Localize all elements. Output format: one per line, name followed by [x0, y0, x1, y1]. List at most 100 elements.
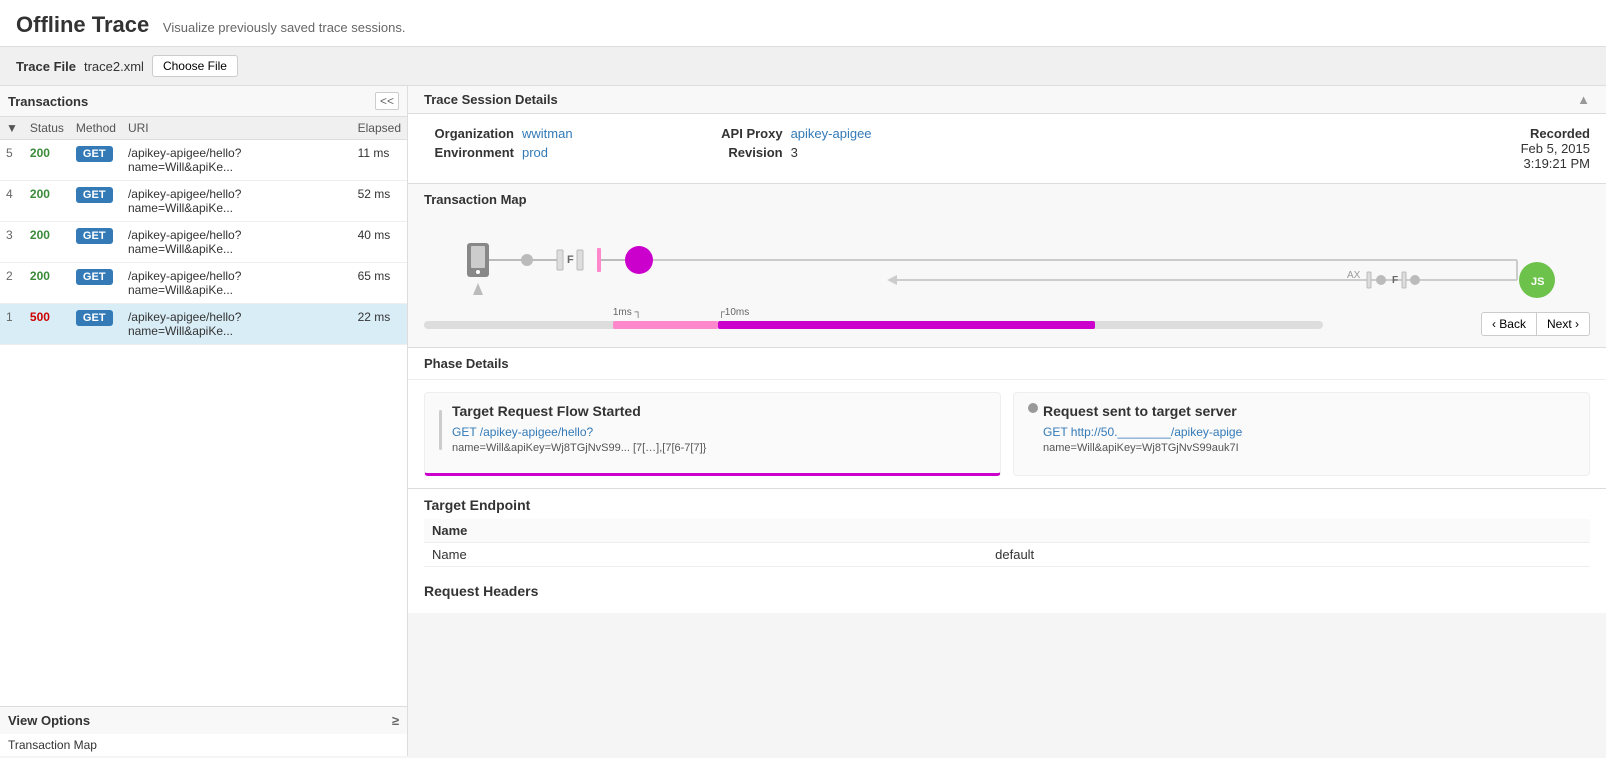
org-row: Organization wwitman	[424, 126, 573, 141]
tx-elapsed: 52 ms	[352, 181, 407, 222]
phase-card-2: Request sent to target server GET http:/…	[1013, 392, 1590, 476]
proxy-value: apikey-apigee	[791, 126, 872, 141]
flow-dot-1	[521, 254, 533, 266]
phase-card-1-line1: GET /apikey-apigee/hello?	[452, 425, 706, 439]
target-endpoint-section: Target Endpoint Name Name default	[408, 489, 1606, 575]
tx-uri: /apikey-apigee/hello? name=Will&apiKe...	[122, 140, 352, 181]
transactions-table-container: ▼ Status Method URI Elapsed 5 200 GET /a…	[0, 117, 407, 706]
phase-details-cards: Target Request Flow Started GET /apikey-…	[408, 380, 1606, 488]
endpoint-name-value: default	[987, 543, 1590, 567]
endpoint-table-row: Name default	[424, 543, 1590, 567]
env-label: Environment	[424, 145, 514, 160]
session-details-header: Trace Session Details ▲	[408, 86, 1606, 114]
revision-label: Revision	[693, 145, 783, 160]
org-env-group: Organization wwitman Environment prod	[424, 126, 573, 160]
endpoint-name-label: Name	[424, 543, 987, 567]
timeline-row: 1ms ┐ ┌10ms ‹ Back Next ›	[424, 309, 1590, 339]
proxy-revision-group: API Proxy apikey-apigee Revision 3	[693, 126, 872, 160]
tx-method: GET	[70, 140, 122, 181]
tx-uri: /apikey-apigee/hello? name=Will&apiKe...	[122, 181, 352, 222]
timeline-label-10ms: ┌10ms	[718, 307, 750, 318]
flow-diagram: F	[424, 215, 1590, 305]
flow-circle-magenta	[625, 246, 653, 274]
phase-card-2-line2: name=Will&apiKey=Wj8TGjNvS99auk7I	[1043, 442, 1242, 454]
tx-elapsed: 65 ms	[352, 263, 407, 304]
page-header: Offline Trace Visualize previously saved…	[0, 0, 1606, 47]
session-collapse-icon[interactable]: ▲	[1577, 92, 1590, 107]
tx-num: 4	[0, 181, 24, 222]
next-button[interactable]: Next ›	[1536, 312, 1590, 336]
col-elapsed: Elapsed	[352, 117, 407, 140]
col-method: Method	[70, 117, 122, 140]
name-value-col	[987, 519, 1590, 543]
phase-card-2-line1: GET http://50.________/apikey-apige	[1043, 425, 1242, 439]
target-endpoint-title: Target Endpoint	[424, 497, 1590, 513]
table-row[interactable]: 1 500 GET /apikey-apigee/hello? name=Wil…	[0, 304, 407, 345]
trace-file-label: Trace File	[16, 59, 76, 74]
view-options: View Options ≥	[0, 706, 407, 734]
session-details: Organization wwitman Environment prod AP…	[408, 114, 1606, 184]
tx-map-option: Transaction Map	[0, 734, 407, 756]
right-panel: Trace Session Details ▲ Organization wwi…	[408, 86, 1606, 756]
tx-uri: /apikey-apigee/hello? name=Will&apiKe...	[122, 304, 352, 345]
tx-status: 200	[24, 181, 70, 222]
revision-value: 3	[791, 145, 798, 160]
tx-elapsed: 40 ms	[352, 222, 407, 263]
target-endpoint-table: Name Name default	[424, 519, 1590, 567]
trace-file-bar: Trace File trace2.xml Choose File	[0, 47, 1606, 86]
session-details-title: Trace Session Details	[424, 92, 558, 107]
phase-card-2-link[interactable]: GET http://50.________/apikey-apige	[1043, 425, 1242, 439]
tx-status: 500	[24, 304, 70, 345]
phase-details-header-title: Phase Details	[408, 348, 1606, 380]
tx-num: 3	[0, 222, 24, 263]
tx-status: 200	[24, 222, 70, 263]
transaction-map-title: Transaction Map	[424, 192, 1590, 207]
table-row[interactable]: 2 200 GET /apikey-apigee/hello? name=Wil…	[0, 263, 407, 304]
table-row[interactable]: 3 200 GET /apikey-apigee/hello? name=Wil…	[0, 222, 407, 263]
right-panel-inner: Organization wwitman Environment prod AP…	[408, 114, 1606, 756]
page-subtitle: Visualize previously saved trace session…	[163, 20, 406, 35]
tx-method: GET	[70, 304, 122, 345]
svg-text:F: F	[567, 254, 574, 266]
phase-card-1-link[interactable]: GET /apikey-apigee/hello?	[452, 425, 593, 439]
view-options-label: View Options	[8, 713, 90, 728]
org-value: wwitman	[522, 126, 573, 141]
tx-elapsed: 22 ms	[352, 304, 407, 345]
tx-num: 1	[0, 304, 24, 345]
phase-card-1: Target Request Flow Started GET /apikey-…	[424, 392, 1001, 476]
col-status: Status	[24, 117, 70, 140]
transactions-header: Transactions <<	[0, 86, 407, 117]
svg-text:AX: AX	[1347, 270, 1361, 281]
proxy-row: API Proxy apikey-apigee	[693, 126, 872, 141]
col-uri: URI	[122, 117, 352, 140]
transaction-map-section: Transaction Map	[408, 184, 1606, 348]
table-row[interactable]: 5 200 GET /apikey-apigee/hello? name=Wil…	[0, 140, 407, 181]
phase-card-1-line2: name=Will&apiKey=Wj8TGjNvS99... [7[…],[7…	[452, 442, 706, 454]
svg-text:JS: JS	[1531, 276, 1544, 288]
back-button[interactable]: ‹ Back	[1481, 312, 1536, 336]
tx-uri: /apikey-apigee/hello? name=Will&apiKe...	[122, 222, 352, 263]
choose-file-button[interactable]: Choose File	[152, 55, 238, 77]
tx-status: 200	[24, 140, 70, 181]
svg-text:F: F	[1392, 275, 1398, 286]
tx-status: 200	[24, 263, 70, 304]
flow-svg: F	[424, 215, 1590, 305]
collapse-button[interactable]: <<	[375, 92, 399, 110]
view-options-expand-icon[interactable]: ≥	[392, 713, 399, 728]
proxy-label: API Proxy	[693, 126, 783, 141]
table-header-row: ▼ Status Method URI Elapsed	[0, 117, 407, 140]
main-layout: Transactions << ▼ Status Method URI Elap…	[0, 86, 1606, 756]
tx-num: 2	[0, 263, 24, 304]
nav-buttons: ‹ Back Next ›	[1481, 312, 1590, 336]
recorded-date: Feb 5, 2015	[1521, 141, 1590, 156]
table-row[interactable]: 4 200 GET /apikey-apigee/hello? name=Wil…	[0, 181, 407, 222]
org-label: Organization	[424, 126, 514, 141]
col-sort[interactable]: ▼	[0, 117, 24, 140]
timeline-label-1ms: 1ms ┐	[613, 307, 642, 318]
name-col-header: Name	[424, 519, 987, 543]
page-title: Offline Trace	[16, 12, 149, 37]
tx-elapsed: 11 ms	[352, 140, 407, 181]
transactions-title: Transactions	[8, 94, 88, 109]
tx-method: GET	[70, 263, 122, 304]
recorded-box: Recorded Feb 5, 2015 3:19:21 PM	[1521, 126, 1590, 171]
